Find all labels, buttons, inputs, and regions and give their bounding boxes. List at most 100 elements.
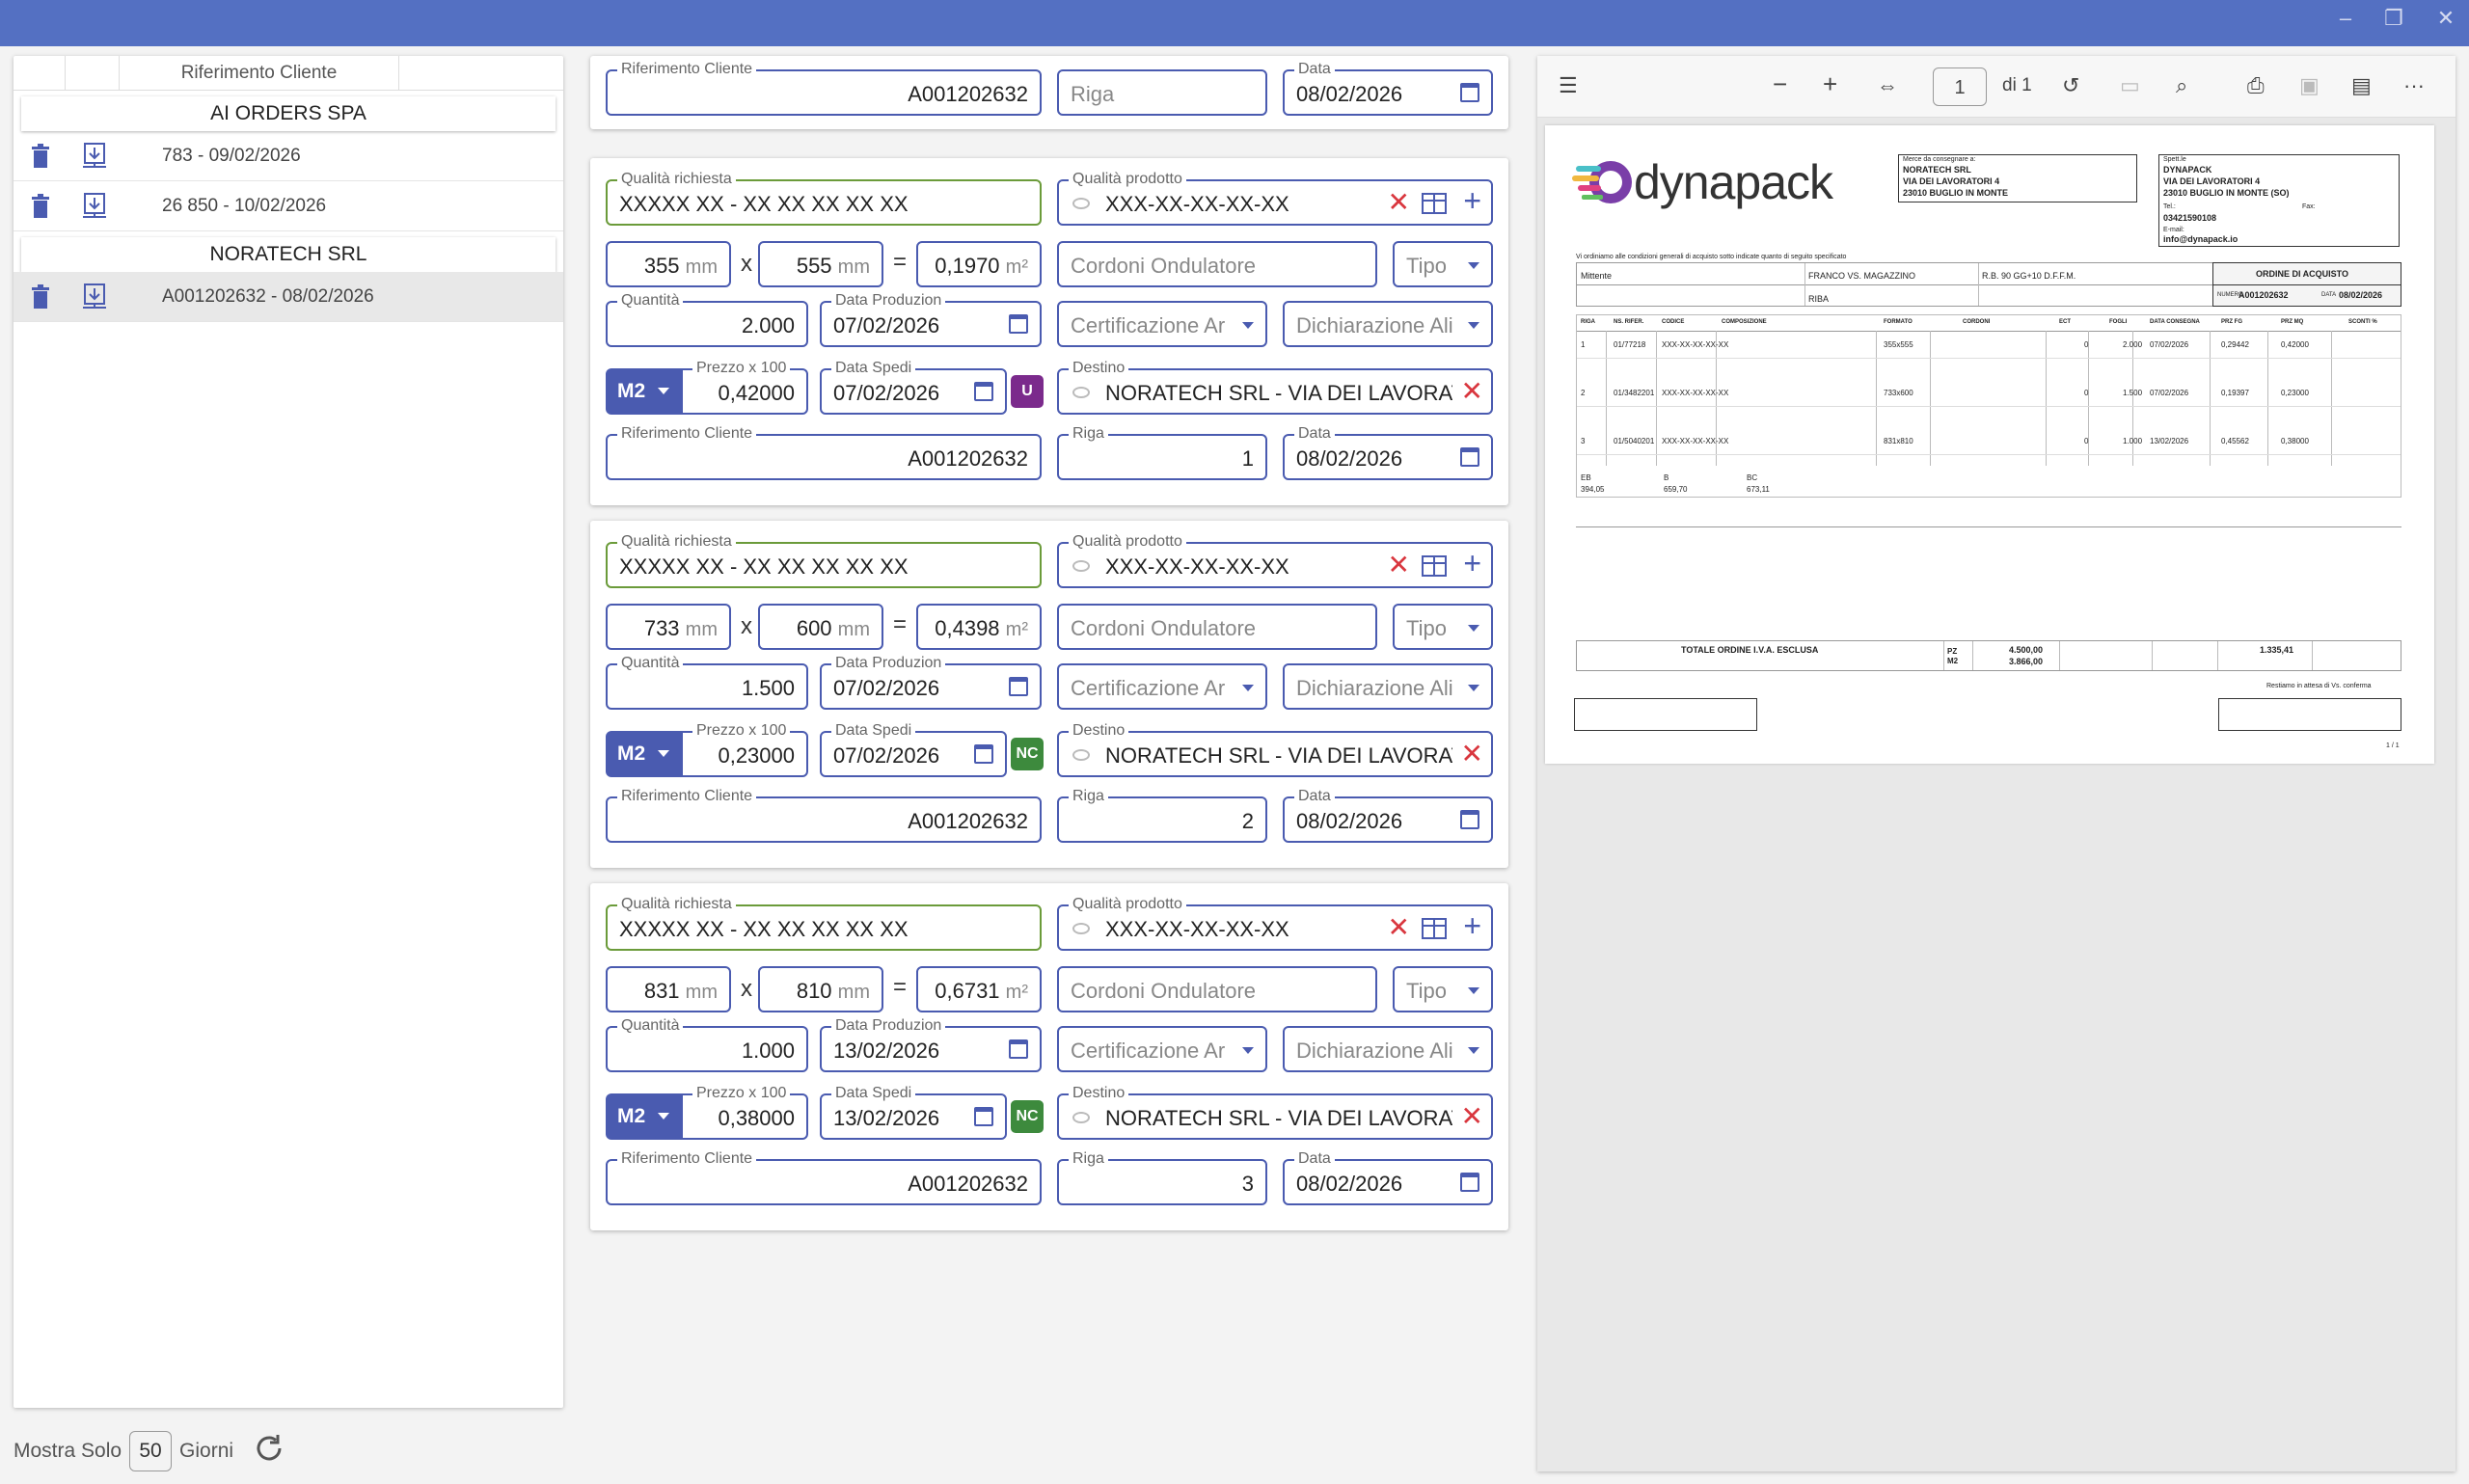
add-icon[interactable]: + [1463, 908, 1481, 943]
table-select-icon[interactable] [1422, 555, 1447, 577]
dichiarazione-select[interactable]: Dichiarazione Ali [1283, 301, 1493, 347]
fit-width-icon[interactable]: ⇔ [1877, 73, 1898, 98]
quantita-field[interactable]: Quantità 2.000 [606, 292, 808, 347]
calendar-icon[interactable] [1009, 677, 1028, 696]
save-icon[interactable]: ▣ [2299, 73, 2320, 98]
calendar-icon[interactable] [1460, 1173, 1479, 1192]
calendar-icon[interactable] [974, 382, 993, 401]
data-field[interactable]: Data 08/02/2026 [1283, 788, 1493, 843]
qualita-prodotto-field[interactable]: Qualità prodotto XXX-XX-XX-XX-XX ✕ + [1057, 896, 1493, 951]
prezzo-field[interactable]: Prezzo x 100 0,38000 [681, 1085, 808, 1140]
status-badge[interactable]: NC [1011, 738, 1044, 770]
data-produzione-field[interactable]: Data Produzion 07/02/2026 [820, 292, 1042, 347]
certificazione-select[interactable]: Certificazione Ar [1057, 663, 1267, 710]
eye-icon[interactable] [1072, 560, 1090, 572]
clear-icon[interactable]: ✕ [1388, 910, 1410, 945]
data-spedizione-field[interactable]: Data Spedi 13/02/2026 [820, 1085, 1007, 1140]
page-view-icon[interactable]: ▭ [2120, 73, 2140, 98]
page-number-input[interactable]: 1 [1933, 67, 1987, 106]
toc-icon[interactable]: ☰ [1559, 73, 1578, 98]
rif-cliente-field[interactable]: Riferimento Cliente A001202632 [606, 425, 1042, 480]
trash-icon[interactable] [14, 143, 68, 169]
refresh-icon[interactable] [253, 1432, 285, 1471]
dichiarazione-select[interactable]: Dichiarazione Ali [1283, 663, 1493, 710]
trash-icon[interactable] [14, 193, 68, 219]
data-field[interactable]: Data 08/02/2026 [1283, 61, 1493, 116]
order-row[interactable]: 26 850 - 10/02/2026 [14, 181, 563, 231]
data-spedizione-field[interactable]: Data Spedi 07/02/2026 [820, 722, 1007, 777]
rotate-icon[interactable]: ↺ [2062, 73, 2079, 98]
trash-icon[interactable] [14, 283, 68, 310]
eye-icon[interactable] [1072, 923, 1090, 934]
prezzo-field[interactable]: Prezzo x 100 0,23000 [681, 722, 808, 777]
download-icon[interactable] [68, 283, 122, 310]
add-icon[interactable]: + [1463, 546, 1481, 580]
calendar-icon[interactable] [1009, 1039, 1028, 1059]
calendar-icon[interactable] [1460, 83, 1479, 102]
minimize-button[interactable]: – [2326, 6, 2365, 31]
calendar-icon[interactable] [974, 744, 993, 764]
column-header-riferimento[interactable]: Riferimento Cliente [120, 56, 399, 91]
certificazione-select[interactable]: Certificazione Ar [1057, 1026, 1267, 1072]
area-field[interactable]: 0,1970 m² [916, 241, 1042, 287]
close-window-button[interactable]: ✕ [2427, 6, 2465, 31]
save-as-icon[interactable]: ▤ [2351, 73, 2372, 98]
calendar-icon[interactable] [1009, 314, 1028, 334]
data-produzione-field[interactable]: Data Produzion 07/02/2026 [820, 655, 1042, 710]
eye-icon[interactable] [1072, 387, 1090, 398]
data-produzione-field[interactable]: Data Produzion 13/02/2026 [820, 1017, 1042, 1072]
destino-field[interactable]: Destino NORATECH SRL - VIA DEI LAVORATO ✕ [1057, 722, 1493, 777]
riga-field[interactable]: Riga 2 [1057, 788, 1267, 843]
tipo-select[interactable]: Tipo [1393, 604, 1493, 650]
order-row-selected[interactable]: A001202632 - 08/02/2026 [14, 272, 563, 322]
riga-field[interactable]: Riga 1 [1057, 425, 1267, 480]
zoom-out-button[interactable]: − [1773, 69, 1787, 99]
zoom-in-button[interactable]: + [1823, 69, 1837, 99]
add-icon[interactable]: + [1463, 183, 1481, 218]
rif-cliente-field[interactable]: Riferimento Cliente A001202632 [606, 61, 1042, 116]
data-field[interactable]: Data 08/02/2026 [1283, 1150, 1493, 1205]
quantita-field[interactable]: Quantità 1.000 [606, 1017, 808, 1072]
download-icon[interactable] [68, 192, 122, 220]
cordoni-field[interactable]: Cordoni Ondulatore [1057, 241, 1377, 287]
clear-icon[interactable]: ✕ [1388, 548, 1410, 582]
quantita-field[interactable]: Quantità 1.500 [606, 655, 808, 710]
riga-field[interactable]: Riga [1057, 69, 1267, 116]
table-select-icon[interactable] [1422, 918, 1447, 939]
more-options-button[interactable]: ··· [2403, 73, 2425, 98]
cordoni-field[interactable]: Cordoni Ondulatore [1057, 966, 1377, 1012]
clear-icon[interactable]: ✕ [1461, 374, 1483, 409]
area-field[interactable]: 0,4398 m² [916, 604, 1042, 650]
unit-dropdown-button[interactable]: M2 [606, 731, 681, 777]
certificazione-select[interactable]: Certificazione Ar [1057, 301, 1267, 347]
cordoni-field[interactable]: Cordoni Ondulatore [1057, 604, 1377, 650]
search-icon[interactable]: ⌕ [2176, 73, 2187, 98]
rif-cliente-field[interactable]: Riferimento Cliente A001202632 [606, 788, 1042, 843]
download-icon[interactable] [68, 142, 122, 170]
data-field[interactable]: Data 08/02/2026 [1283, 425, 1493, 480]
clear-icon[interactable]: ✕ [1388, 185, 1410, 220]
rif-cliente-field[interactable]: Riferimento Cliente A001202632 [606, 1150, 1042, 1205]
order-row[interactable]: 783 - 09/02/2026 [14, 131, 563, 181]
destino-field[interactable]: Destino NORATECH SRL - VIA DEI LAVORATO ✕ [1057, 1085, 1493, 1140]
width-field[interactable]: 355 mm [606, 241, 731, 287]
data-spedizione-field[interactable]: Data Spedi 07/02/2026 [820, 360, 1007, 415]
calendar-icon[interactable] [1460, 810, 1479, 829]
height-field[interactable]: 555 mm [758, 241, 883, 287]
width-field[interactable]: 831 mm [606, 966, 731, 1012]
print-icon[interactable]: ⎙ [2247, 73, 2265, 98]
table-select-icon[interactable] [1422, 193, 1447, 214]
qualita-richiesta-field[interactable]: Qualità richiesta XXXXX XX - XX XX XX XX … [606, 533, 1042, 588]
maximize-button[interactable]: ❐ [2374, 6, 2413, 31]
unit-dropdown-button[interactable]: M2 [606, 368, 681, 415]
width-field[interactable]: 733 mm [606, 604, 731, 650]
eye-icon[interactable] [1072, 198, 1090, 209]
clear-icon[interactable]: ✕ [1461, 1099, 1483, 1134]
days-input[interactable]: 50 [129, 1431, 173, 1471]
qualita-prodotto-field[interactable]: Qualità prodotto XXX-XX-XX-XX-XX ✕ + [1057, 171, 1493, 226]
qualita-richiesta-field[interactable]: Qualità richiesta XXXXX XX - XX XX XX XX … [606, 171, 1042, 226]
tipo-select[interactable]: Tipo [1393, 966, 1493, 1012]
area-field[interactable]: 0,6731 m² [916, 966, 1042, 1012]
eye-icon[interactable] [1072, 1112, 1090, 1123]
dichiarazione-select[interactable]: Dichiarazione Ali [1283, 1026, 1493, 1072]
